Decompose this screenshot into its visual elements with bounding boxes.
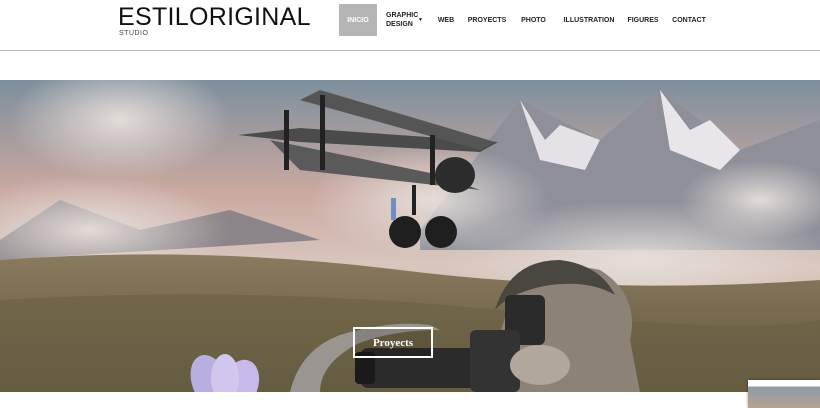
nav-item-illustration[interactable]: ILLUSTRATION bbox=[556, 4, 622, 36]
brand-subtitle: STUDIO bbox=[119, 30, 149, 37]
proyects-cta-button[interactable]: Proyects bbox=[353, 327, 433, 358]
thumbnail-header bbox=[748, 380, 820, 387]
nav-item-contact[interactable]: CONTACT bbox=[664, 4, 714, 36]
nav-item-label: FIGURES bbox=[627, 16, 659, 24]
nav-item-photo[interactable]: PHOTO bbox=[511, 4, 556, 36]
nav-item-label: PHOTO bbox=[521, 16, 546, 24]
chevron-down-icon: ▼ bbox=[418, 17, 423, 23]
nav-item-label: ILLUSTRATION bbox=[563, 16, 615, 24]
site-header: ESTILORIGINAL STUDIO INICIO GRAPHIC DESI… bbox=[0, 0, 820, 50]
nav-item-web[interactable]: WEB bbox=[429, 4, 463, 36]
thumbnail-image bbox=[748, 387, 820, 408]
nav-item-inicio[interactable]: INICIO bbox=[339, 4, 377, 36]
main-nav: INICIO GRAPHIC DESIGN ▼ WEB PROYECTS PHO… bbox=[339, 4, 714, 36]
nav-item-graphic-design[interactable]: GRAPHIC DESIGN ▼ bbox=[377, 4, 429, 36]
nav-item-label: WEB bbox=[437, 16, 455, 24]
nav-item-label: INICIO bbox=[347, 16, 369, 24]
nav-item-proyects[interactable]: PROYECTS bbox=[463, 4, 511, 36]
nav-item-figures[interactable]: FIGURES bbox=[622, 4, 664, 36]
nav-item-label: PROYECTS bbox=[467, 16, 507, 24]
brand-title: ESTILORIGINAL bbox=[118, 3, 311, 31]
header-divider bbox=[0, 50, 820, 51]
hero-banner: Proyects bbox=[0, 80, 820, 392]
brand-logo[interactable]: ESTILORIGINAL STUDIO bbox=[118, 4, 311, 38]
page-thumbnail-preview[interactable] bbox=[748, 380, 820, 408]
nav-item-label: GRAPHIC DESIGN bbox=[386, 12, 419, 28]
nav-item-label: CONTACT bbox=[672, 16, 706, 24]
